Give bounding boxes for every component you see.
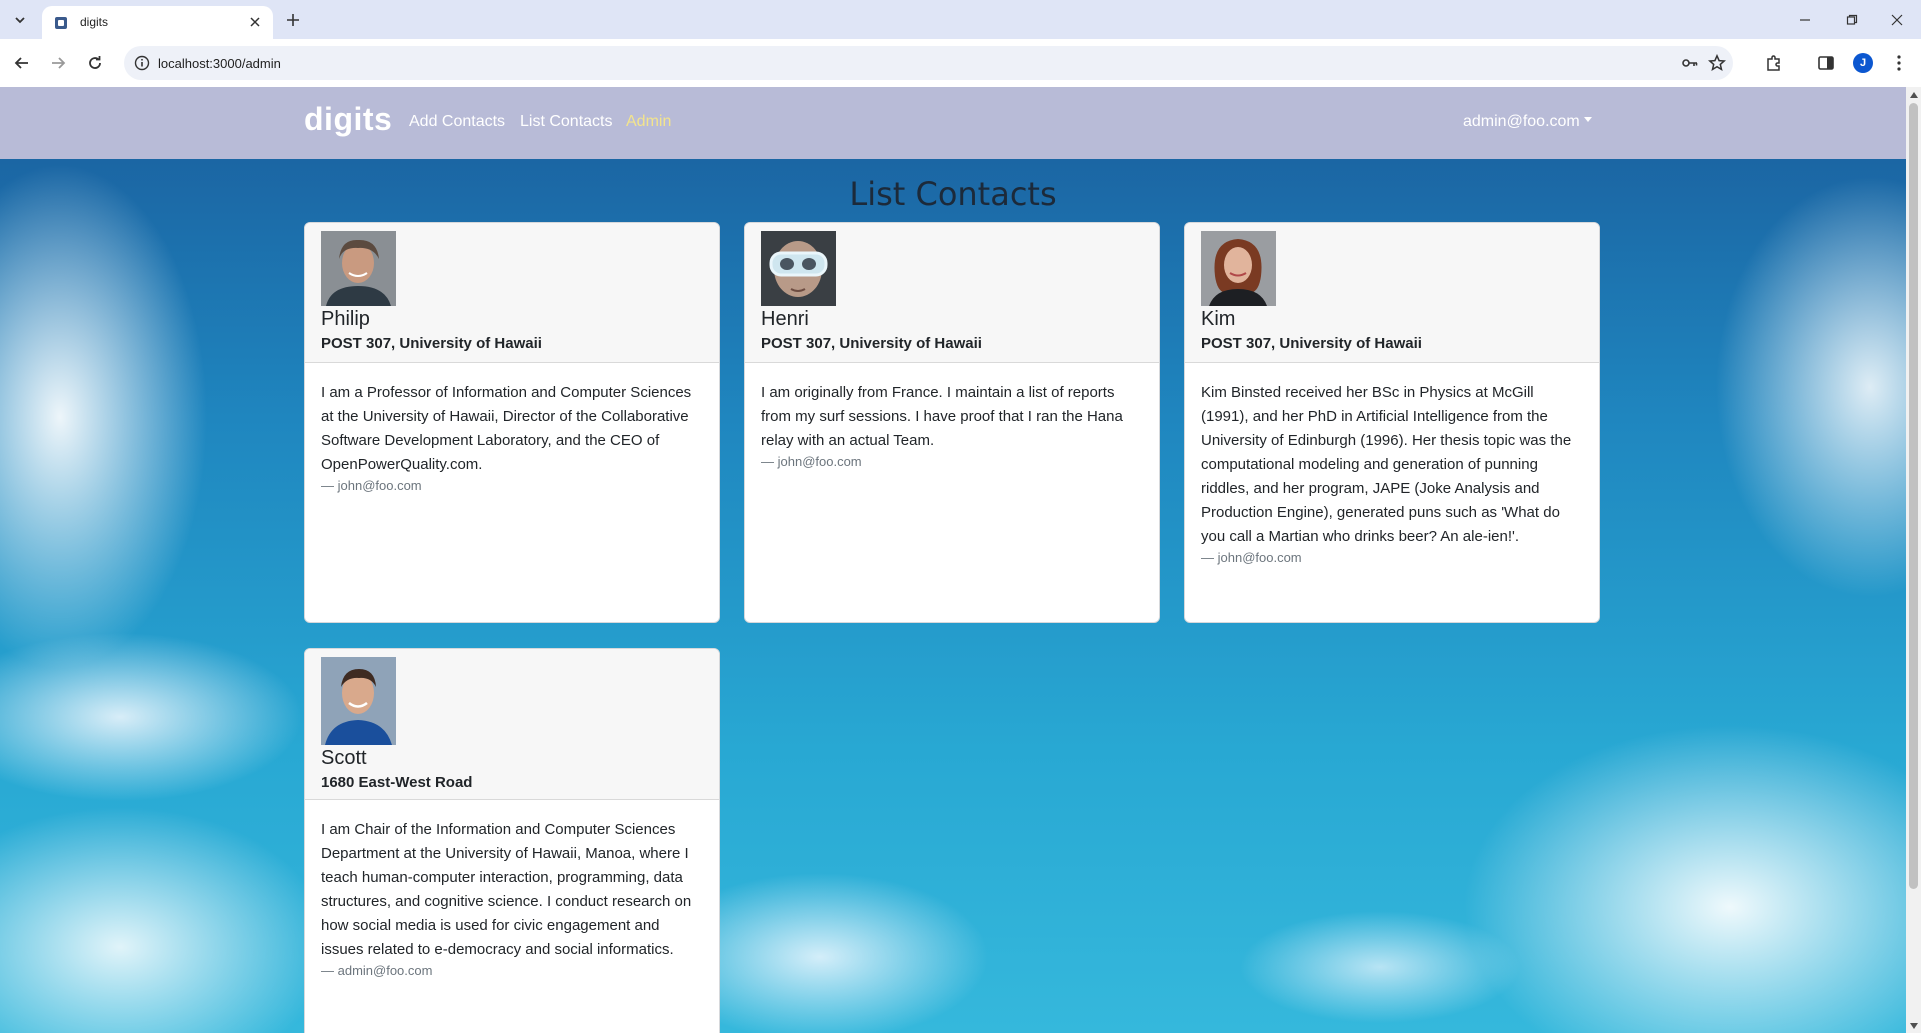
page-viewport: digits Add Contacts List Contacts Admin … [0, 87, 1906, 1033]
site-info-icon[interactable] [134, 55, 150, 71]
card-body: I am Chair of the Information and Comput… [305, 800, 719, 988]
tab-search-chevron-icon[interactable] [8, 8, 32, 32]
contact-card-kim: Kim POST 307, University of Hawaii Kim B… [1184, 222, 1600, 623]
contact-card-henri: Henri POST 307, University of Hawaii I a… [744, 222, 1160, 623]
contact-address: 1680 East-West Road [321, 774, 473, 791]
browser-toolbar: localhost:3000/admin J [0, 39, 1921, 87]
browser-menu-kebab-icon[interactable] [1888, 52, 1910, 74]
nav-admin[interactable]: Admin [626, 113, 671, 131]
user-email: admin@foo.com [1463, 113, 1580, 130]
contact-address: POST 307, University of Hawaii [1201, 335, 1422, 352]
minimize-icon[interactable] [1795, 10, 1815, 30]
caret-down-icon [1583, 117, 1592, 123]
extensions-puzzle-icon[interactable] [1763, 52, 1785, 74]
card-header: Philip POST 307, University of Hawaii [305, 223, 719, 363]
new-tab-plus-icon[interactable] [282, 9, 304, 31]
password-key-icon[interactable] [1681, 54, 1699, 72]
contact-description: I am Chair of the Information and Comput… [321, 821, 692, 958]
contact-name: Kim [1201, 308, 1236, 330]
user-dropdown[interactable]: admin@foo.com [1463, 113, 1592, 131]
contact-owner: — john@foo.com [1201, 550, 1302, 565]
forward-arrow-icon[interactable] [46, 51, 70, 75]
contact-description: Kim Binsted received her BSc in Physics … [1201, 384, 1572, 545]
nav-add-contacts[interactable]: Add Contacts [409, 113, 505, 131]
contact-photo [761, 231, 836, 306]
contact-owner: — john@foo.com [761, 454, 862, 469]
app-navbar: digits Add Contacts List Contacts Admin … [0, 87, 1906, 159]
card-body: Kim Binsted received her BSc in Physics … [1185, 363, 1599, 575]
close-window-icon[interactable] [1887, 10, 1907, 30]
bookmark-star-icon[interactable] [1708, 54, 1726, 72]
tab-title: digits [80, 15, 109, 29]
card-body: I am originally from France. I maintain … [745, 363, 1159, 479]
browser-tab-strip: digits [0, 0, 1921, 39]
contact-address: POST 307, University of Hawaii [321, 335, 542, 352]
contact-owner: — admin@foo.com [321, 963, 433, 978]
scroll-down-arrow-icon[interactable] [1909, 1021, 1918, 1030]
side-panel-icon[interactable] [1815, 52, 1837, 74]
vertical-scrollbar[interactable] [1906, 87, 1921, 1033]
contact-address: POST 307, University of Hawaii [761, 335, 982, 352]
contact-owner: — john@foo.com [321, 478, 422, 493]
contact-description: I am originally from France. I maintain … [761, 384, 1123, 449]
card-header: Scott 1680 East-West Road [305, 649, 719, 800]
scrollbar-thumb[interactable] [1909, 103, 1918, 889]
contact-description: I am a Professor of Information and Comp… [321, 384, 692, 473]
contact-photo [321, 657, 396, 745]
favicon-icon [55, 17, 67, 29]
contact-name: Henri [761, 308, 809, 330]
reload-icon[interactable] [83, 51, 107, 75]
contact-card-scott: Scott 1680 East-West Road I am Chair of … [304, 648, 720, 1033]
brand-logo[interactable]: digits [304, 101, 392, 138]
card-body: I am a Professor of Information and Comp… [305, 363, 719, 503]
browser-tab[interactable]: digits [42, 6, 273, 39]
restore-icon[interactable] [1842, 10, 1862, 30]
contact-name: Scott [321, 747, 367, 769]
contact-name: Philip [321, 308, 370, 330]
url-text[interactable]: localhost:3000/admin [158, 56, 281, 71]
address-bar[interactable]: localhost:3000/admin [124, 46, 1733, 80]
contact-photo [321, 231, 396, 306]
scroll-up-arrow-icon[interactable] [1909, 90, 1918, 99]
card-header: Kim POST 307, University of Hawaii [1185, 223, 1599, 363]
back-arrow-icon[interactable] [10, 51, 34, 75]
tab-close-icon[interactable] [247, 14, 263, 30]
contact-photo [1201, 231, 1276, 306]
contact-card-philip: Philip POST 307, University of Hawaii I … [304, 222, 720, 623]
card-header: Henri POST 307, University of Hawaii [745, 223, 1159, 363]
nav-list-contacts[interactable]: List Contacts [520, 113, 612, 131]
page-title: List Contacts [849, 175, 1057, 213]
profile-avatar[interactable]: J [1853, 53, 1873, 73]
